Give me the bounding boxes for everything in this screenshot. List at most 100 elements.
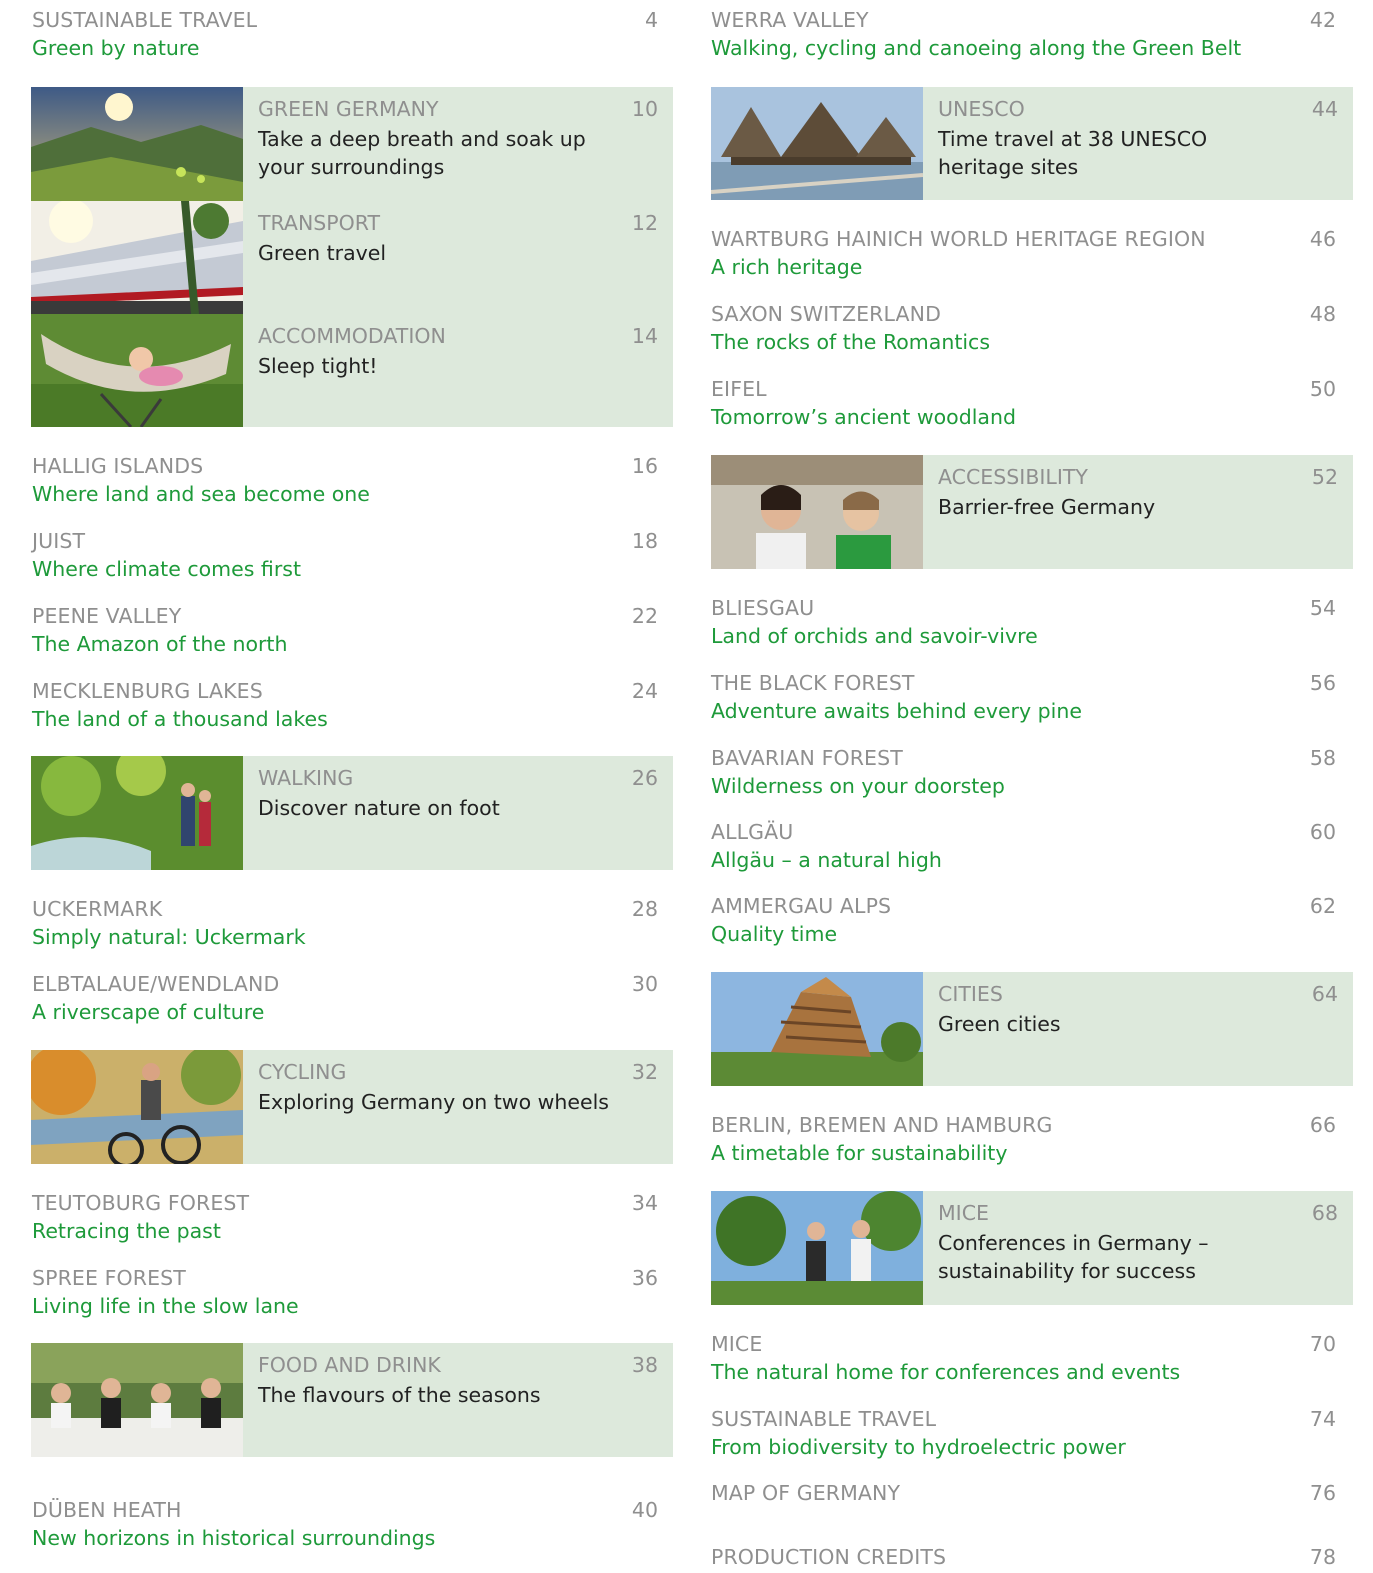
entry-page-number: 56 (1309, 671, 1336, 695)
entry-page-number: 42 (1309, 8, 1336, 32)
entry-page-number: 24 (631, 679, 658, 703)
entry-page-number: 54 (1309, 596, 1336, 620)
feature-row-mice[interactable]: MICE 68 Conferences in Germany – sustain… (711, 1191, 1353, 1305)
feature-row-accommodation[interactable]: ACCOMMODATION 14 Sleep tight! (31, 314, 673, 427)
panel-category: CITIES (938, 982, 1003, 1006)
feature-panel: WALKING 26 Discover nature on foot (31, 756, 673, 870)
feature-row-cycling[interactable]: CYCLING 32 Exploring Germany on two whee… (31, 1050, 673, 1164)
hammock-child-photo (31, 314, 243, 427)
entry-page-number: 28 (631, 897, 658, 921)
feature-panel: CYCLING 32 Exploring Germany on two whee… (31, 1050, 673, 1164)
entry-category: PRODUCTION CREDITS (711, 1545, 947, 1569)
entry-category: PEENE VALLEY (32, 604, 182, 628)
outdoor-dining-photo (31, 1343, 243, 1457)
entry-category: JUIST (32, 529, 86, 553)
feature-panel: GREEN GERMANY 10 Take a deep breath and … (31, 87, 673, 427)
feature-row-food[interactable]: FOOD AND DRINK 38 The flavours of the se… (31, 1343, 673, 1457)
entry-page-number: 66 (1309, 1113, 1336, 1137)
entry-page-number: 76 (1309, 1481, 1336, 1505)
entry-category: ELBTALAUE/WENDLAND (32, 972, 280, 996)
entry-title: A riverscape of culture (32, 1000, 265, 1024)
entry-category: AMMERGAU ALPS (711, 894, 892, 918)
panel-page-number: 52 (1311, 465, 1338, 489)
entry-category: MAP OF GERMANY (711, 1481, 901, 1505)
entry-title: A rich heritage (711, 255, 863, 279)
entry-category: EIFEL (711, 377, 767, 401)
feature-panel: CITIES 64 Green cities (711, 972, 1353, 1086)
entry-page-number: 18 (631, 529, 658, 553)
entry-category: HALLIG ISLANDS (32, 454, 204, 478)
entry-category: MECKLENBURG LAKES (32, 679, 263, 703)
entry-page-number: 46 (1309, 227, 1336, 251)
entry-page-number: 40 (631, 1498, 658, 1522)
panel-title: Barrier-free Germany (938, 495, 1156, 519)
panel-category: ACCESSIBILITY (938, 465, 1088, 489)
entry-category: BLIESGAU (711, 596, 815, 620)
panel-page-number: 64 (1311, 982, 1338, 1006)
entry-category: ALLGÄU (711, 820, 794, 844)
mountain-biker-photo (31, 1050, 243, 1164)
entry-page-number: 22 (631, 604, 658, 628)
panel-title: Discover nature on foot (258, 796, 500, 820)
entry-title: Where land and sea become one (32, 482, 370, 506)
entry-title: Living life in the slow lane (32, 1294, 299, 1318)
panel-title: Take a deep breath and soak up your surr… (258, 127, 586, 179)
entry-title: Wilderness on your doorstep (711, 774, 1005, 798)
feature-panel: ACCESSIBILITY 52 Barrier-free Germany (711, 455, 1353, 569)
feature-row-unesco[interactable]: UNESCO 44 Time travel at 38 UNESCO herit… (711, 87, 1353, 200)
entry-category: WERRA VALLEY (711, 8, 869, 32)
entry-title: Tomorrow’s ancient woodland (711, 405, 1016, 429)
panel-page-number: 10 (631, 97, 658, 121)
entry-category: THE BLACK FOREST (711, 671, 915, 695)
feature-row-cities[interactable]: CITIES 64 Green cities (711, 972, 1353, 1086)
entry-title: Land of orchids and savoir-vivre (711, 624, 1038, 648)
entry-title: Adventure awaits behind every pine (711, 699, 1082, 723)
entry-title: A timetable for sustainability (711, 1141, 1008, 1165)
entry-title: Where climate comes first (32, 557, 301, 581)
wooden-tower-photo (711, 972, 923, 1086)
panel-page-number: 12 (631, 211, 658, 235)
panel-category: WALKING (258, 766, 354, 790)
entry-category: SUSTAINABLE TRAVEL (711, 1407, 937, 1431)
entry-title: Quality time (711, 922, 838, 946)
entry-title: Retracing the past (32, 1219, 221, 1243)
train-photo (31, 201, 243, 315)
panel-category: CYCLING (258, 1060, 347, 1084)
business-people-outdoors-photo (711, 1191, 923, 1305)
entry-category: SPREE FOREST (32, 1266, 186, 1290)
entry-title: Simply natural: Uckermark (32, 925, 306, 949)
entry-category: DÜBEN HEATH (32, 1498, 182, 1522)
panel-page-number: 68 (1311, 1201, 1338, 1225)
feature-row-green-germany[interactable]: GREEN GERMANY 10 Take a deep breath and … (31, 87, 673, 201)
feature-row-transport[interactable]: TRANSPORT 12 Green travel (31, 201, 673, 314)
entry-category: SUSTAINABLE TRAVEL (32, 8, 258, 32)
mountain-sunrise-photo (31, 87, 243, 201)
panel-title: Green cities (938, 1012, 1061, 1036)
entry-category: SAXON SWITZERLAND (711, 302, 941, 326)
entry-title: The natural home for conferences and eve… (711, 1360, 1181, 1384)
entry-page-number: 74 (1309, 1407, 1336, 1431)
feature-row-accessibility[interactable]: ACCESSIBILITY 52 Barrier-free Germany (711, 455, 1353, 569)
entry-title: Allgäu – a natural high (711, 848, 942, 872)
entry-category: TEUTOBURG FOREST (32, 1191, 250, 1215)
panel-page-number: 44 (1311, 97, 1338, 121)
panel-page-number: 38 (631, 1353, 658, 1377)
entry-title: Walking, cycling and canoeing along the … (711, 36, 1242, 60)
feature-panel: FOOD AND DRINK 38 The flavours of the se… (31, 1343, 673, 1457)
panel-page-number: 26 (631, 766, 658, 790)
stilt-houses-photo (711, 87, 923, 200)
entry-category: BAVARIAN FOREST (711, 746, 903, 770)
feature-panel: UNESCO 44 Time travel at 38 UNESCO herit… (711, 87, 1353, 200)
feature-row-walking[interactable]: WALKING 26 Discover nature on foot (31, 756, 673, 870)
panel-title: Time travel at 38 UNESCO heritage sites (938, 127, 1208, 179)
entry-title: Green by nature (32, 36, 200, 60)
entry-title: The Amazon of the north (32, 632, 288, 656)
panel-category: UNESCO (938, 97, 1025, 121)
entry-category: BERLIN, BREMEN AND HAMBURG (711, 1113, 1053, 1137)
panel-category: TRANSPORT (258, 211, 381, 235)
feature-panel: MICE 68 Conferences in Germany – sustain… (711, 1191, 1353, 1305)
panel-category: FOOD AND DRINK (258, 1353, 441, 1377)
entry-page-number: 36 (631, 1266, 658, 1290)
entry-title: The rocks of the Romantics (711, 330, 991, 354)
entry-category: WARTBURG HAINICH WORLD HERITAGE REGION (711, 227, 1206, 251)
